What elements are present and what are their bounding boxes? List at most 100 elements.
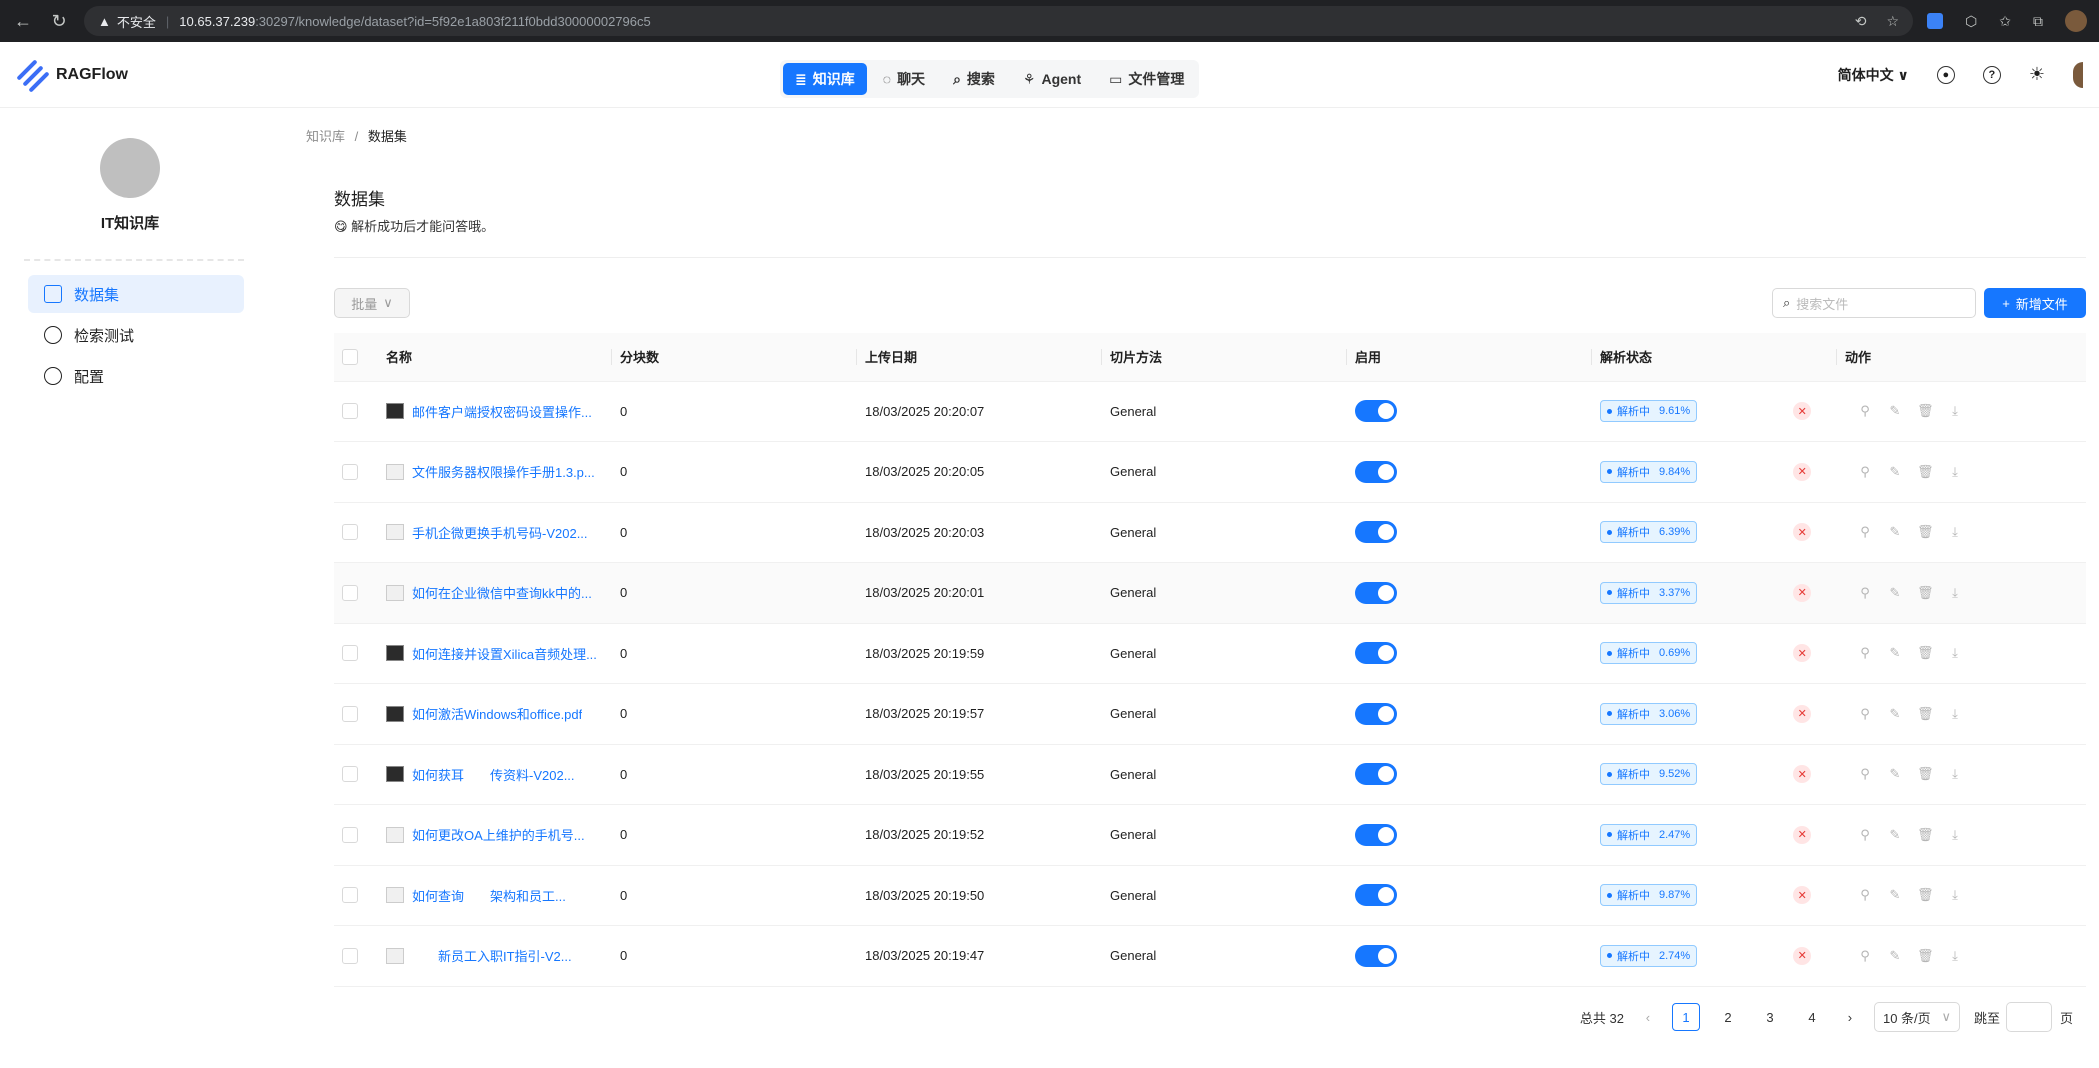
row-checkbox[interactable] [342,463,358,480]
translate-icon[interactable]: ⟲ [1855,13,1867,30]
back-icon[interactable]: ← [12,10,34,32]
col-enabled[interactable]: 启用 [1347,333,1592,382]
download-icon[interactable]: ⤓ [1947,887,1963,903]
col-parse-status[interactable]: 解析状态 [1592,333,1837,382]
nav-knowledge-base[interactable]: ≣ 知识库 [783,63,867,95]
edit-icon[interactable]: ✎ [1887,827,1903,843]
delete-icon[interactable]: 🗑 [1917,464,1934,480]
favorites-icon[interactable]: ✩ [1999,13,2011,30]
table-row[interactable]: 邮件客户端授权密码设置操作... 0 18/03/2025 20:20:07 Gene… [334,381,2086,442]
file-name-link[interactable]: 如何查询 架构和员工... [412,886,566,905]
table-row[interactable]: 新员工入职IT指引-V2... 0 18/03/2025 20:19:47 Gener… [334,925,2086,987]
profile-avatar[interactable] [2065,10,2087,32]
download-icon[interactable]: ⤓ [1947,706,1963,722]
edit-icon[interactable]: ✎ [1887,948,1903,964]
edit-icon[interactable]: ✎ [1887,524,1903,540]
bookmark-star-icon[interactable]: ☆ [1886,13,1899,30]
file-name-link[interactable]: 如何获耳 传资料-V202... [412,765,575,784]
row-checkbox[interactable] [342,524,358,541]
cancel-parse-icon[interactable]: ✕ [1793,886,1812,905]
edit-icon[interactable]: ✎ [1887,403,1903,419]
table-row[interactable]: 如何激活Windows和office.pdf 0 18/03/2025 20:19:… [334,683,2086,745]
enable-toggle[interactable] [1355,460,1397,483]
enable-toggle[interactable] [1355,823,1397,846]
cancel-parse-icon[interactable]: ✕ [1793,704,1812,723]
row-checkbox[interactable] [342,705,358,722]
sidebar-item-dataset[interactable]: 数据集 [28,275,244,313]
settings-wrench-icon[interactable]: ⚲ [1857,766,1873,782]
file-name-link[interactable]: 如何激活Windows和office.pdf [412,704,582,723]
edit-icon[interactable]: ✎ [1887,585,1903,601]
table-row[interactable]: 如何在企业微信中查询kk中的... 0 18/03/2025 20:20:01 Gen… [334,562,2086,624]
collections-icon[interactable]: ⧉ [2033,13,2043,30]
download-icon[interactable]: ⤓ [1947,464,1963,480]
cancel-parse-icon[interactable]: ✕ [1793,523,1812,542]
settings-wrench-icon[interactable]: ⚲ [1857,706,1873,722]
file-name-link[interactable]: 如何更改OA上维护的手机号... [412,825,585,844]
extension-icon[interactable] [1927,13,1944,29]
language-selector[interactable]: 简体中文 ∨ [1838,65,1909,85]
search-input[interactable]: ⌕ 搜索文件 [1772,288,1976,318]
enable-toggle[interactable] [1355,400,1397,423]
delete-icon[interactable]: 🗑 [1917,524,1934,540]
col-chunks[interactable]: 分块数 [612,333,857,382]
enable-toggle[interactable] [1355,884,1397,907]
add-file-button[interactable]: + 新增文件 [1984,288,2086,318]
enable-toggle[interactable] [1355,521,1397,544]
col-upload-date[interactable]: 上传日期 [857,333,1102,382]
github-icon[interactable]: ● [1936,65,1955,84]
table-row[interactable]: 文件服务器权限操作手册1.3.p... 0 18/03/2025 20:20:05 G… [334,441,2086,503]
delete-icon[interactable]: 🗑 [1917,887,1934,903]
settings-wrench-icon[interactable]: ⚲ [1857,645,1873,661]
cancel-parse-icon[interactable]: ✕ [1793,946,1812,965]
sidebar-item-retrieval-test[interactable]: 检索测试 [28,316,244,354]
edit-icon[interactable]: ✎ [1887,464,1903,480]
brand-logo[interactable]: RAGFlow [16,58,128,93]
delete-icon[interactable]: 🗑 [1917,645,1934,661]
insecure-warning[interactable]: ▲ 不安全 [98,12,156,31]
page-1[interactable]: 1 [1671,1003,1700,1031]
delete-icon[interactable]: 🗑 [1917,827,1934,843]
file-name-link[interactable]: 邮件客户端授权密码设置操作... [412,402,592,421]
row-checkbox[interactable] [342,645,358,662]
delete-icon[interactable]: 🗑 [1917,403,1934,419]
edit-icon[interactable]: ✎ [1887,706,1903,722]
row-checkbox[interactable] [342,826,358,843]
download-icon[interactable]: ⤓ [1947,524,1963,540]
table-row[interactable]: 如何更改OA上维护的手机号... 0 18/03/2025 20:19:52 Gene… [334,804,2086,866]
file-name-link[interactable]: 如何连接并设置Xilica音频处理... [412,644,597,663]
nav-agent[interactable]: ⚘ Agent [1011,63,1093,95]
user-avatar[interactable] [2073,61,2083,88]
download-icon[interactable]: ⤓ [1947,585,1963,601]
table-row[interactable]: 如何查询 架构和员工... 0 18/03/2025 20:19:50 General… [334,865,2086,926]
nav-chat[interactable]: ◌ 聊天 [871,63,937,95]
cancel-parse-icon[interactable]: ✕ [1793,765,1812,784]
enable-toggle[interactable] [1355,702,1397,725]
settings-wrench-icon[interactable]: ⚲ [1857,585,1873,601]
edit-icon[interactable]: ✎ [1887,887,1903,903]
cancel-parse-icon[interactable]: ✕ [1793,583,1812,602]
file-name-link[interactable]: 手机企微更换手机号码-V202... [412,523,588,542]
help-icon[interactable]: ? [1982,65,2001,84]
cancel-parse-icon[interactable]: ✕ [1793,825,1812,844]
download-icon[interactable]: ⤓ [1947,827,1963,843]
nav-search[interactable]: ⌕ 搜索 [941,63,1007,95]
enable-toggle[interactable] [1355,944,1397,967]
settings-wrench-icon[interactable]: ⚲ [1857,948,1873,964]
settings-wrench-icon[interactable]: ⚲ [1857,827,1873,843]
enable-toggle[interactable] [1355,763,1397,786]
settings-wrench-icon[interactable]: ⚲ [1857,887,1873,903]
enable-toggle[interactable] [1355,581,1397,604]
row-checkbox[interactable] [342,887,358,904]
cancel-parse-icon[interactable]: ✕ [1793,644,1812,663]
delete-icon[interactable]: 🗑 [1917,706,1934,722]
edit-icon[interactable]: ✎ [1887,766,1903,782]
delete-icon[interactable]: 🗑 [1917,948,1934,964]
download-icon[interactable]: ⤓ [1947,645,1963,661]
nav-file-management[interactable]: ▭ 文件管理 [1097,63,1196,95]
row-checkbox[interactable] [342,584,358,601]
delete-icon[interactable]: 🗑 [1917,766,1934,782]
jump-page-input[interactable] [2005,1002,2052,1032]
table-row[interactable]: 如何连接并设置Xilica音频处理... 0 18/03/2025 20:19:59… [334,623,2086,684]
settings-wrench-icon[interactable]: ⚲ [1857,524,1873,540]
